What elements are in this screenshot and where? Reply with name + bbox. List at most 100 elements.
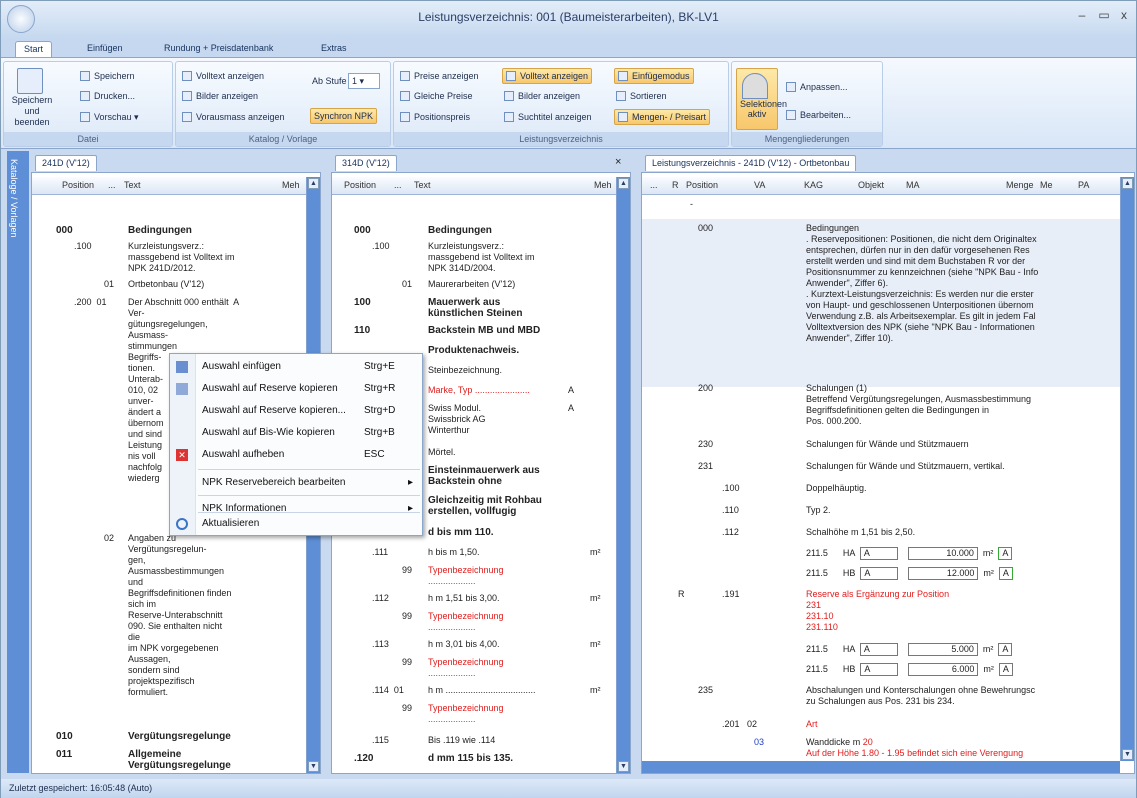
row-text: Einsteinmauerwerk aus Backstein ohne bbox=[428, 465, 540, 487]
group-label: Mengengliederungen bbox=[732, 132, 882, 146]
printer-icon bbox=[80, 91, 90, 101]
katalog-vorausmass-toggle[interactable]: Vorausmass anzeigen bbox=[182, 110, 285, 124]
tab-rundung[interactable]: Rundung + Preisdatenbank bbox=[156, 41, 281, 57]
col-va[interactable]: VA bbox=[754, 177, 765, 194]
funnel-icon bbox=[742, 73, 768, 99]
menu-item-reserve-kopieren-dialog[interactable]: Auswahl auf Reserve kopieren... Strg+D bbox=[170, 400, 422, 422]
refresh-icon bbox=[176, 518, 188, 530]
sortieren-button[interactable]: Sortieren bbox=[616, 89, 667, 103]
row-text: Reserve als Ergänzung zur Position 231 2… bbox=[806, 589, 950, 632]
row-text: Art bbox=[806, 719, 818, 729]
preview-button[interactable]: Vorschau ▾ bbox=[80, 110, 139, 124]
col-meh[interactable]: Meh bbox=[282, 177, 300, 194]
col-dots[interactable]: ... bbox=[394, 177, 402, 194]
row-pos: 01 bbox=[104, 279, 115, 289]
tab-start[interactable]: Start bbox=[15, 41, 53, 57]
lv-hscrollbar[interactable] bbox=[642, 761, 1120, 773]
print-button[interactable]: Drucken... bbox=[80, 89, 135, 103]
row-unit: m² bbox=[590, 593, 601, 603]
quantity-icon bbox=[618, 112, 628, 122]
title-bar: Leistungsverzeichnis: 001 (Baumeisterarb… bbox=[1, 1, 1136, 39]
cancel-icon: ✕ bbox=[176, 449, 188, 461]
katalog-volltext-toggle[interactable]: Volltext anzeigen bbox=[182, 69, 264, 83]
row-text: h bis m 1,50. bbox=[428, 547, 480, 557]
col-me[interactable]: Me bbox=[1040, 177, 1053, 194]
katalog-bilder-toggle[interactable]: Bilder anzeigen bbox=[182, 89, 258, 103]
scroll-up-icon[interactable]: ▲ bbox=[1122, 178, 1133, 189]
lv-volltext-toggle[interactable]: Volltext anzeigen bbox=[502, 68, 593, 84]
row-text: Kurzleistungsverz.: massgebend ist Vollt… bbox=[428, 241, 535, 273]
col-pa[interactable]: PA bbox=[1078, 177, 1089, 194]
menu-item-npk-informationen[interactable]: NPK Informationen ▸ bbox=[170, 486, 422, 514]
scroll-down-icon[interactable]: ▼ bbox=[1122, 749, 1133, 760]
bearbeiten-button[interactable]: Bearbeiten... bbox=[786, 108, 851, 122]
col-text[interactable]: Text bbox=[124, 177, 141, 194]
preise-anzeigen-toggle[interactable]: Preise anzeigen bbox=[400, 69, 479, 83]
abstufe-select[interactable]: 1 ▾ bbox=[348, 73, 380, 89]
col-menge[interactable]: Menge bbox=[1006, 177, 1034, 194]
row-text: Gleichzeitig mit Rohbau erstellen, vollf… bbox=[428, 495, 542, 517]
col-r[interactable]: R bbox=[672, 177, 679, 194]
close-button[interactable]: x bbox=[1114, 5, 1134, 25]
col-position[interactable]: Position bbox=[344, 177, 376, 194]
col-meh[interactable]: Meh bbox=[594, 177, 612, 194]
tab-241d[interactable]: 241D (V'12) bbox=[35, 155, 97, 171]
col-position[interactable]: Position bbox=[686, 177, 718, 194]
selektionen-aktiv-button[interactable]: Selektionen aktiv bbox=[736, 68, 787, 130]
col-dots[interactable]: ... bbox=[108, 177, 116, 194]
suchtitel-toggle[interactable]: Suchtitel anzeigen bbox=[504, 110, 592, 124]
menu-item-bis-wie-kopieren[interactable]: Auswahl auf Bis-Wie kopieren Strg+B bbox=[170, 422, 422, 444]
row-pos: 200 bbox=[698, 383, 714, 393]
row-text: Mörtel. bbox=[428, 447, 456, 457]
maximize-button[interactable]: ▭ bbox=[1094, 5, 1114, 25]
menu-item-aktualisieren[interactable]: Aktualisieren bbox=[170, 513, 422, 535]
menu-item-auswahl-einfuegen[interactable]: Auswahl einfügen Strg+E bbox=[170, 356, 422, 378]
menu-item-auswahl-aufheben[interactable]: ✕ Auswahl aufheben ESC bbox=[170, 444, 422, 466]
positionspreis-toggle[interactable]: Positionspreis bbox=[400, 110, 470, 124]
col-text[interactable]: Text bbox=[414, 177, 431, 194]
tab-extras[interactable]: Extras bbox=[313, 41, 355, 57]
row-text: Bedingungen bbox=[128, 225, 192, 236]
einfuegemodus-toggle[interactable]: Einfügemodus bbox=[614, 68, 694, 84]
row-text: Kurzleistungsverz.: massgebend ist Vollt… bbox=[128, 241, 235, 273]
minimize-button[interactable]: – bbox=[1072, 5, 1092, 25]
close-panel-icon[interactable]: × bbox=[615, 157, 621, 168]
catalog-sidebar[interactable]: Kataloge / Vorlagen bbox=[7, 151, 29, 773]
lv-bilder-toggle[interactable]: Bilder anzeigen bbox=[504, 89, 580, 103]
row-text: Bedingungen bbox=[428, 225, 492, 236]
scroll-up-icon[interactable]: ▲ bbox=[308, 178, 319, 189]
gleiche-preise-toggle[interactable]: Gleiche Preise bbox=[400, 89, 473, 103]
col-objekt[interactable]: Objekt bbox=[858, 177, 884, 194]
synchron-npk-button[interactable]: Synchron NPK bbox=[310, 108, 378, 124]
row-unit: m² bbox=[590, 547, 601, 557]
scroll-down-icon[interactable]: ▼ bbox=[618, 761, 629, 772]
col-ma[interactable]: MA bbox=[906, 177, 920, 194]
tab-einfuegen[interactable]: Einfügen bbox=[79, 41, 131, 57]
col-position[interactable]: Position bbox=[62, 177, 94, 194]
app-menu-button[interactable] bbox=[7, 5, 35, 33]
row-text: Maurerarbeiten (V'12) bbox=[428, 279, 516, 289]
row-text: Angaben zu Vergütungsregelun- gen, Ausma… bbox=[128, 533, 232, 697]
preview-icon bbox=[80, 112, 90, 122]
tab-314d[interactable]: 314D (V'12) bbox=[335, 155, 397, 171]
col-kag[interactable]: KAG bbox=[804, 177, 823, 194]
anpassen-button[interactable]: Anpassen... bbox=[786, 80, 848, 94]
col-dots[interactable]: ... bbox=[650, 177, 658, 194]
qty-row: 211.5 HB A 12.000 m² A bbox=[806, 567, 1013, 580]
save-button[interactable]: Speichern bbox=[80, 69, 135, 83]
tab-leistungsverzeichnis[interactable]: Leistungsverzeichnis - 241D (V'12) - Ort… bbox=[645, 155, 857, 171]
row-text: Doppelhäuptig. bbox=[806, 483, 867, 493]
mengen-preisart-toggle[interactable]: Mengen- / Preisart bbox=[614, 109, 711, 125]
save-close-button[interactable]: Speichern und beenden bbox=[10, 68, 54, 128]
menu-item-reserve-kopieren[interactable]: Auswahl auf Reserve kopieren Strg+R bbox=[170, 378, 422, 400]
mid-scrollbar[interactable]: ▲ ▼ bbox=[616, 177, 630, 773]
scroll-down-icon[interactable]: ▼ bbox=[308, 761, 319, 772]
filter-cell[interactable]: - bbox=[690, 199, 693, 210]
row-text: Produktenachweis. bbox=[428, 345, 520, 356]
adjust-icon bbox=[786, 82, 796, 92]
row-pos: .200 01 bbox=[74, 297, 107, 307]
scroll-up-icon[interactable]: ▲ bbox=[618, 178, 629, 189]
row-pos: .114 01 bbox=[372, 685, 404, 695]
ribbon: Speichern und beenden Speichern Drucken.… bbox=[1, 57, 1136, 149]
lv-scrollbar[interactable]: ▲ ▼ bbox=[1120, 177, 1134, 761]
